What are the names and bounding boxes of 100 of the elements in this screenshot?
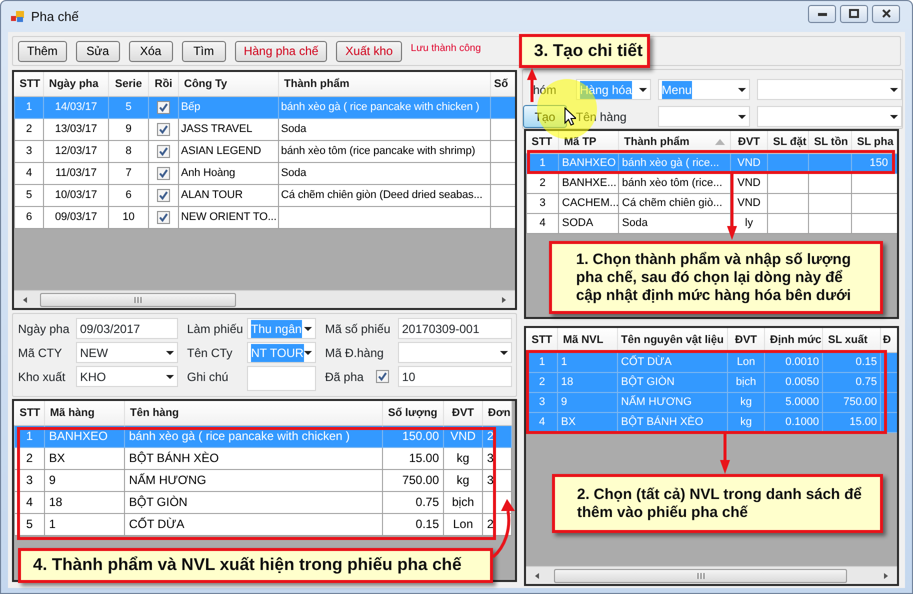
column-header[interactable]: Ngày pha bbox=[44, 72, 108, 96]
table-cell: 2 bbox=[526, 173, 558, 193]
column-header[interactable]: STT bbox=[14, 401, 44, 425]
combo-box[interactable]: KHO bbox=[76, 366, 178, 387]
column-header[interactable]: Số lượng bbox=[382, 401, 444, 425]
table-cell: NẤM HƯƠNG bbox=[618, 392, 728, 412]
table-cell: 3 bbox=[14, 469, 44, 491]
table-cell: 4 bbox=[14, 162, 44, 184]
column-header[interactable]: Đơn bbox=[482, 401, 512, 425]
column-header[interactable]: Đ bbox=[880, 328, 897, 352]
table-cell: 12/03/17 bbox=[44, 140, 108, 162]
caret-icon bbox=[166, 374, 174, 378]
column-header[interactable]: STT bbox=[14, 72, 44, 96]
horizontal-scrollbar[interactable] bbox=[526, 566, 897, 584]
close-button[interactable] bbox=[872, 4, 900, 22]
table-cell: Cá chẽm chiên giòn (Deed dried seabas... bbox=[278, 184, 490, 206]
column-header[interactable]: Thành phẩm bbox=[278, 72, 490, 96]
arrow bbox=[492, 499, 515, 558]
table-cell: 6 bbox=[108, 184, 148, 206]
minimize-button[interactable] bbox=[808, 4, 836, 22]
toolbar-button[interactable]: Xuất kho bbox=[336, 40, 402, 62]
column-header[interactable]: SL xuất bbox=[822, 328, 880, 352]
table-cell: 2 bbox=[14, 118, 44, 140]
table-cell: 5 bbox=[14, 184, 44, 206]
table-cell: 750.00 bbox=[382, 469, 444, 491]
field-label: Mã Đ.hàng bbox=[325, 344, 384, 362]
column-header[interactable]: STT bbox=[526, 328, 558, 352]
table-cell: ALAN TOUR bbox=[178, 184, 278, 206]
table-cell: 5 bbox=[108, 96, 148, 118]
table-cell: 9 bbox=[44, 469, 124, 491]
checkbox[interactable] bbox=[157, 144, 170, 158]
table-cell: 0.0050 bbox=[764, 372, 822, 392]
table-cell: bánh xèo tôm (rice pancake with shrimp) bbox=[278, 140, 490, 162]
table-row[interactable]: 4 11/03/17 7 Anh Hoàng Soda bbox=[14, 162, 515, 184]
field-label: Mã CTY bbox=[18, 344, 62, 362]
table-row[interactable]: 4 SODA Soda ly bbox=[526, 213, 897, 233]
table-row[interactable]: 2 BX BỘT BÁNH XÈO 15.00 kg 3 bbox=[14, 447, 512, 469]
table-cell: 0.75 bbox=[822, 372, 880, 392]
grip-icon bbox=[134, 296, 142, 302]
table-cell: 3 bbox=[482, 469, 512, 491]
checkbox[interactable] bbox=[157, 100, 170, 114]
combo-box[interactable]: NEW bbox=[76, 342, 178, 363]
column-header[interactable]: Mã NVL bbox=[558, 328, 618, 352]
table-cell: Soda bbox=[278, 118, 490, 140]
table-row[interactable]: 2 BANHXE... bánh xèo tôm (rice... VND bbox=[526, 173, 897, 193]
checkbox[interactable] bbox=[157, 122, 170, 136]
table-row[interactable]: 3 12/03/17 8 ASIAN LEGEND bánh xèo tôm (rice pancake with shrimp) bbox=[14, 140, 515, 162]
table-cell: 3 bbox=[482, 447, 512, 469]
column-header[interactable]: Công Ty bbox=[178, 72, 278, 96]
table-cell: VND bbox=[730, 173, 768, 193]
table-cell: NẤM HƯƠNG bbox=[124, 469, 382, 491]
maximize-button[interactable] bbox=[840, 4, 868, 22]
checkbox[interactable] bbox=[157, 210, 170, 224]
column-header[interactable]: ĐVT bbox=[444, 401, 482, 425]
sort-icon bbox=[715, 138, 725, 145]
column-header[interactable]: Rồi bbox=[148, 72, 178, 96]
checkbox[interactable] bbox=[376, 370, 389, 383]
table-row[interactable]: 2 13/03/17 9 JASS TRAVEL Soda bbox=[14, 118, 515, 140]
table-cell: BỘT BÁNH XÈO bbox=[124, 447, 382, 469]
toolbar-button[interactable]: Xóa bbox=[128, 40, 173, 62]
table-cell: bánh xèo tôm (rice... bbox=[618, 173, 730, 193]
table-row[interactable]: 5 10/03/17 6 ALAN TOUR Cá chẽm chiên giòn (Deed dried seabas... bbox=[14, 184, 515, 206]
table-cell: 0.15 bbox=[382, 513, 444, 535]
caret-icon bbox=[304, 326, 312, 330]
text-field[interactable]: 20170309-001 bbox=[398, 318, 512, 339]
callout: 1. Chọn thành phẩm và nhập số lượng pha chế, sau đó chọn lại dòng này để cập nhật định mức hàng hóa bên dưới bbox=[549, 241, 883, 314]
text-field[interactable] bbox=[247, 366, 316, 391]
checkbox[interactable] bbox=[157, 166, 170, 180]
table-cell: 11/03/17 bbox=[44, 162, 108, 184]
callout: 2. Chọn (tất cả) NVL trong danh sách để thêm vào phiếu pha chế bbox=[552, 474, 883, 533]
table-cell: kg bbox=[728, 392, 764, 412]
status-message: Lưu thành công bbox=[410, 42, 481, 56]
text-field[interactable]: 10 bbox=[398, 366, 512, 387]
column-header[interactable]: Tên nguyên vật liệu bbox=[618, 328, 728, 352]
table-cell: BX bbox=[44, 447, 124, 469]
table-cell: 750.00 bbox=[822, 392, 880, 412]
toolbar-button[interactable]: Tìm bbox=[182, 40, 226, 62]
table-row[interactable]: 6 09/03/17 10 NEW ORIENT TO... bbox=[14, 206, 515, 228]
table-cell: Lon bbox=[728, 352, 764, 372]
column-header[interactable]: Serie bbox=[108, 72, 148, 96]
caret-icon bbox=[890, 88, 898, 92]
toolbar-button[interactable]: Hàng pha chế bbox=[234, 40, 328, 62]
column-header[interactable]: Tên hàng bbox=[124, 401, 382, 425]
arrow bbox=[727, 172, 737, 240]
toolbar-button[interactable]: Thêm bbox=[18, 40, 67, 62]
checkbox[interactable] bbox=[157, 188, 170, 202]
table-cell: 3 bbox=[14, 140, 44, 162]
column-header[interactable]: Mã hàng bbox=[44, 401, 124, 425]
column-header[interactable]: Số bbox=[490, 72, 515, 96]
text-field[interactable]: 09/03/2017 bbox=[76, 318, 178, 339]
horizontal-scrollbar[interactable] bbox=[14, 290, 515, 308]
table-row[interactable]: 3 CACHEM... Cá chẽm chiên giò... VND bbox=[526, 193, 897, 213]
table-cell: 3 bbox=[526, 193, 558, 213]
table-cell: 2 bbox=[14, 447, 44, 469]
table-row[interactable]: 3 9 NẤM HƯƠNG 750.00 kg 3 bbox=[14, 469, 512, 491]
window-title: Pha chế bbox=[31, 8, 79, 26]
table-cell: ASIAN LEGEND bbox=[178, 140, 278, 162]
toolbar-button[interactable]: Sửa bbox=[76, 40, 120, 62]
table-row[interactable]: 5 1 CỐT DỪA 0.15 Lon 2 bbox=[14, 513, 512, 535]
column-header[interactable]: Định mức bbox=[764, 328, 822, 352]
